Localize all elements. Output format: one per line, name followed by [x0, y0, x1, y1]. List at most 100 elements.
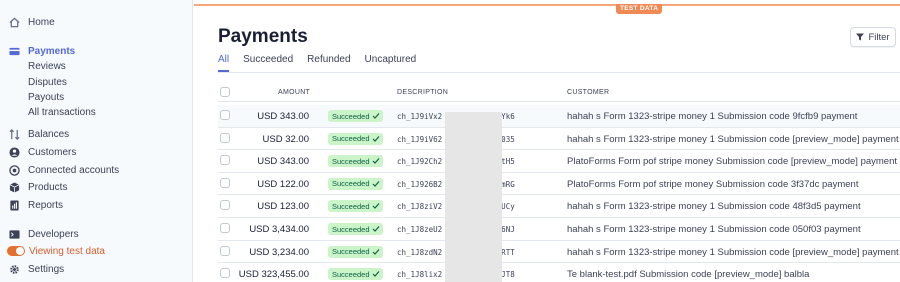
- customer-cell: hahah s Form 1323-stripe money 1 Submiss…: [567, 246, 899, 258]
- check-icon: [372, 248, 379, 255]
- customer-cell: hahah s Form 1323-stripe money 1 Submiss…: [567, 224, 861, 235]
- charge-id-start: ch_1J8ziV2: [397, 202, 443, 212]
- sidebar-item-home[interactable]: Home: [8, 14, 55, 30]
- table-row[interactable]: USD 32.00 Succeeded ch_1J9iV62 FJ035 hahah s…: [218, 128, 900, 151]
- customer-cell: hahah s Form 1323-stripe money 1 Submiss…: [567, 133, 899, 145]
- sidebar-item-balances[interactable]: Balances: [8, 126, 69, 142]
- table-row[interactable]: USD 3,234.00 Succeeded ch_1J8zdN2 6fRTT haha…: [218, 241, 900, 264]
- check-icon: [372, 271, 379, 278]
- amount-cell: USD 323,455.00: [238, 269, 309, 281]
- test-data-toggle[interactable]: Viewing test data: [7, 243, 105, 259]
- tab-all[interactable]: All: [218, 54, 230, 72]
- table-row[interactable]: USD 343.00 Succeeded ch_1J92Ch2 LItH5 PlatoF…: [218, 150, 900, 173]
- amount-cell: USD 343.00: [257, 156, 309, 168]
- customer-icon: [8, 146, 20, 158]
- customer-cell: Te blank-test.pdf Submission code [previ…: [567, 269, 810, 281]
- select-all-checkbox[interactable]: [220, 87, 230, 97]
- table-row[interactable]: USD 3,434.00 Succeeded ch_1J8zeU2 tU6NJ haha…: [218, 218, 900, 241]
- sidebar-subitem-payouts[interactable]: Payouts: [28, 91, 64, 105]
- column-customer: CUSTOMER: [567, 89, 610, 96]
- filter-label: Filter: [868, 31, 890, 43]
- row-checkbox[interactable]: [220, 245, 230, 256]
- status-label: Succeeded: [332, 247, 370, 257]
- column-amount: AMOUNT: [278, 89, 311, 96]
- charge-id-start: ch_1J92Ch2: [397, 157, 443, 167]
- report-icon: [8, 199, 20, 211]
- status-badge: Succeeded: [328, 177, 383, 190]
- row-checkbox[interactable]: [220, 268, 230, 279]
- credit-card-icon: [8, 45, 20, 57]
- check-icon: [372, 113, 379, 119]
- amount-cell: USD 32.00: [262, 133, 309, 145]
- tab-uncaptured[interactable]: Uncaptured: [365, 54, 417, 72]
- row-checkbox[interactable]: [220, 155, 230, 166]
- row-checkbox[interactable]: [220, 177, 230, 188]
- sidebar-item-settings[interactable]: Settings: [8, 261, 64, 277]
- sidebar: Home Payments Reviews Disputes Payouts A…: [0, 0, 193, 282]
- status-badge: Succeeded: [328, 268, 383, 281]
- filter-button[interactable]: Filter: [850, 27, 896, 47]
- sidebar-item-customers[interactable]: Customers: [8, 144, 76, 160]
- sidebar-item-label: Developers: [28, 228, 79, 240]
- status-badge: Succeeded: [328, 110, 383, 122]
- box-icon: [8, 181, 20, 193]
- status-badge: Succeeded: [328, 132, 383, 145]
- status-badge: Succeeded: [328, 155, 383, 168]
- status-label: Succeeded: [332, 156, 370, 166]
- customer-cell: PlatoForms Form pof stripe money Submiss…: [567, 178, 859, 190]
- page-title: Payments: [218, 26, 308, 47]
- toggle-switch[interactable]: [7, 246, 25, 256]
- gear-icon: [8, 263, 20, 275]
- amount-cell: USD 123.00: [257, 201, 309, 213]
- row-checkbox[interactable]: [220, 223, 230, 233]
- customer-cell: hahah s Form 1323-stripe money 1 Submiss…: [567, 201, 861, 213]
- sidebar-subitem-disputes[interactable]: Disputes: [28, 76, 67, 90]
- sidebar-item-products[interactable]: Products: [8, 179, 67, 195]
- status-label: Succeeded: [332, 201, 370, 211]
- charge-id-start: ch_1J8zeU2: [397, 225, 443, 234]
- status-badge: Succeeded: [328, 200, 383, 213]
- status-label: Succeeded: [332, 179, 370, 189]
- status-badge: Succeeded: [328, 223, 383, 235]
- amount-cell: USD 3,434.00: [249, 224, 309, 235]
- charge-id-start: ch_1J9iV62: [397, 134, 443, 144]
- sidebar-item-reports[interactable]: Reports: [8, 197, 63, 213]
- sidebar-item-label: Settings: [28, 263, 65, 275]
- status-label: Succeeded: [332, 224, 370, 234]
- row-checkbox[interactable]: [220, 132, 230, 143]
- sidebar-subitem-reviews[interactable]: Reviews: [28, 60, 66, 74]
- table-row[interactable]: USD 122.00 Succeeded ch_1J926B2 5umRG PlatoF…: [218, 173, 900, 196]
- amount-cell: USD 122.00: [257, 178, 309, 190]
- status-badge: Succeeded: [328, 245, 383, 258]
- check-icon: [372, 226, 379, 232]
- redaction-box: [445, 112, 502, 282]
- balance-icon: [8, 128, 20, 140]
- sidebar-subitem-all-transactions[interactable]: All transactions: [28, 106, 96, 120]
- tabs-divider: [218, 72, 900, 73]
- sidebar-item-label: Payments: [28, 45, 76, 57]
- row-checkbox[interactable]: [220, 200, 230, 211]
- check-icon: [372, 135, 379, 142]
- amount-cell: USD 3,234.00: [249, 246, 309, 258]
- tab-refunded[interactable]: Refunded: [307, 54, 350, 72]
- table-header: AMOUNT DESCRIPTION CUSTOMER: [218, 85, 900, 102]
- test-mode-bar: [194, 4, 900, 6]
- check-icon: [372, 203, 379, 210]
- column-description: DESCRIPTION: [397, 89, 449, 96]
- sidebar-item-label: Balances: [28, 128, 70, 140]
- filter-icon: [856, 33, 865, 41]
- status-label: Succeeded: [332, 111, 370, 121]
- sidebar-item-label: Home: [28, 16, 55, 28]
- sidebar-item-label: Connected accounts: [28, 164, 120, 176]
- tab-succeeded[interactable]: Succeeded: [243, 54, 293, 72]
- table-row[interactable]: USD 123.00 Succeeded ch_1J8ziV2 gwUCy hahah …: [218, 195, 900, 218]
- row-checkbox[interactable]: [220, 110, 230, 120]
- terminal-icon: [8, 228, 20, 240]
- sidebar-item-connected-accounts[interactable]: Connected accounts: [8, 162, 119, 178]
- test-data-badge: TEST DATA: [616, 4, 663, 14]
- sidebar-item-payments[interactable]: Payments: [8, 43, 75, 59]
- table-row[interactable]: USD 323,455.00 Succeeded ch_1J8lix2 QrJT8 Te…: [218, 263, 900, 282]
- sidebar-item-developers[interactable]: Developers: [8, 226, 79, 242]
- table-row[interactable]: USD 343.00 Succeeded ch_1J9iVx2 AVYk6 hahah …: [218, 105, 900, 128]
- sidebar-item-label: Reports: [28, 199, 64, 211]
